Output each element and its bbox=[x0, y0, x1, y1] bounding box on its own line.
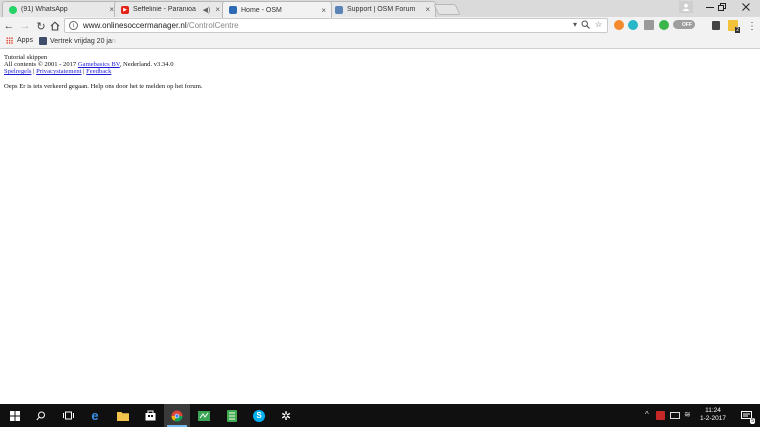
company-link[interactable]: Gamebasics BV bbox=[78, 61, 120, 68]
start-button[interactable] bbox=[2, 404, 28, 427]
tab-title: Home - OSM bbox=[241, 6, 282, 14]
edge-button[interactable]: e bbox=[82, 404, 108, 427]
feedback-link[interactable]: Feedback bbox=[86, 68, 111, 75]
gear-icon: ✲ bbox=[280, 408, 292, 423]
extension-lock-icon[interactable] bbox=[712, 21, 720, 30]
forward-arrow-icon[interactable]: → bbox=[18, 18, 32, 34]
edge-icon: e bbox=[91, 408, 99, 423]
file-explorer-button[interactable] bbox=[110, 404, 136, 427]
search-button[interactable] bbox=[28, 404, 54, 427]
osm-forum-icon bbox=[335, 5, 343, 14]
search-icon bbox=[36, 411, 45, 420]
chrome-icon bbox=[171, 410, 183, 422]
rules-link[interactable]: Spelregels bbox=[4, 68, 31, 75]
skype-button[interactable]: S bbox=[246, 404, 272, 427]
site-info-icon[interactable]: i bbox=[69, 21, 78, 30]
clock-date: 1-2-2017 bbox=[699, 415, 727, 422]
copyright-line: All contents © 2001 - 2017 Gamebasics BV… bbox=[4, 61, 203, 68]
green-app-icon bbox=[198, 410, 210, 421]
windows-logo-icon bbox=[10, 410, 20, 421]
extension-orange-icon[interactable] bbox=[614, 20, 624, 30]
bookmark-label: Vertrek vrijdag 20 ja bbox=[50, 37, 112, 45]
close-tab-icon[interactable]: × bbox=[425, 5, 430, 14]
tray-security-icon[interactable] bbox=[656, 411, 665, 420]
youtube-icon: ▶ bbox=[121, 5, 129, 14]
reload-icon[interactable]: ↻ bbox=[34, 18, 48, 34]
tab-title: Seffelinie - Paranioa bbox=[133, 6, 196, 13]
tab-title: (91) WhatsApp bbox=[21, 6, 68, 13]
copyright-suffix: , Nederland. v3.34.0 bbox=[119, 61, 174, 69]
profile-icon[interactable] bbox=[679, 1, 693, 13]
close-tab-icon[interactable]: × bbox=[321, 6, 326, 15]
url-text: www.onlinesoccermanager.nl/ControlCentre bbox=[83, 21, 239, 30]
dropdown-arrow-icon[interactable]: ▾ bbox=[573, 20, 577, 29]
tab-title: Support | OSM Forum bbox=[347, 6, 416, 13]
tab-osm-forum[interactable]: Support | OSM Forum × bbox=[328, 1, 436, 17]
tray-network-icon[interactable] bbox=[670, 412, 680, 419]
settings-button[interactable]: ✲ bbox=[273, 404, 299, 427]
task-view-icon bbox=[62, 411, 74, 420]
home-icon[interactable] bbox=[48, 18, 62, 34]
notes-icon bbox=[227, 409, 237, 422]
bookmark-star-icon[interactable]: ☆ bbox=[595, 20, 602, 29]
address-bar[interactable]: i www.onlinesoccermanager.nl/ControlCent… bbox=[64, 18, 608, 33]
tray-chevron-up-icon[interactable]: ^ bbox=[645, 410, 649, 419]
action-center-button[interactable]: 5 bbox=[733, 404, 759, 427]
tutorial-skip-text: Tutorial skippen bbox=[4, 54, 48, 61]
taskbar-clock[interactable]: 11:24 1-2-2017 bbox=[697, 407, 729, 423]
notification-count: 5 bbox=[750, 418, 755, 424]
chrome-button[interactable] bbox=[164, 404, 190, 427]
clock-time: 11:24 bbox=[705, 407, 721, 414]
tray-wifi-icon[interactable]: ≋ bbox=[684, 410, 691, 419]
apps-grid-icon bbox=[6, 37, 13, 44]
folder-icon bbox=[117, 411, 129, 421]
off-toggle[interactable]: OFF bbox=[673, 20, 695, 29]
browser-toolbar: ← → ↻ i www.onlinesoccermanager.nl/Contr… bbox=[0, 17, 760, 35]
bookmark-item[interactable]: Vertrek vrijdag 20 ja n bbox=[39, 37, 116, 45]
bookmarks-bar: Apps Vertrek vrijdag 20 ja n bbox=[0, 35, 760, 49]
bookmark-label-fade: n bbox=[111, 37, 116, 45]
error-message: Oeps Er is iets verkeerd gegaan. Help on… bbox=[4, 82, 203, 90]
privacy-link[interactable]: Privacystatement bbox=[36, 68, 81, 75]
extension-badge-count: 2 bbox=[735, 27, 740, 33]
notes-app-button[interactable] bbox=[219, 404, 245, 427]
footer-links: Spelregels | Privacystatement | Feedback bbox=[4, 68, 203, 75]
new-tab-button[interactable] bbox=[433, 4, 461, 15]
windows-taskbar: e S ✲ ^ ≋ 11:24 1-2-2017 5 bbox=[0, 404, 760, 427]
apps-shortcut[interactable]: Apps bbox=[6, 37, 33, 44]
speaker-icon[interactable]: ◀) bbox=[203, 6, 211, 14]
apps-label: Apps bbox=[17, 37, 33, 44]
skype-icon: S bbox=[253, 409, 265, 422]
whatsapp-icon bbox=[9, 5, 17, 14]
back-arrow-icon[interactable]: ← bbox=[2, 18, 16, 34]
green-app-button[interactable] bbox=[191, 404, 217, 427]
tab-strip: (91) WhatsApp × ▶ Seffelinie - Paranioa … bbox=[0, 0, 760, 18]
store-icon bbox=[145, 410, 155, 421]
restore-button[interactable] bbox=[710, 0, 734, 14]
menu-icon[interactable]: ⋮ bbox=[745, 18, 759, 34]
tab-home-osm[interactable]: Home - OSM × bbox=[222, 1, 332, 18]
power-icon[interactable] bbox=[659, 20, 669, 30]
task-view-button[interactable] bbox=[55, 404, 81, 427]
copyright-prefix: All contents © 2001 - 2017 bbox=[4, 61, 78, 69]
osm-icon bbox=[229, 6, 237, 14]
tab-whatsapp[interactable]: (91) WhatsApp × bbox=[2, 1, 120, 17]
close-window-button[interactable] bbox=[734, 0, 758, 14]
tab-youtube[interactable]: ▶ Seffelinie - Paranioa ◀) × bbox=[114, 1, 226, 17]
store-button[interactable] bbox=[137, 404, 163, 427]
zoom-icon[interactable] bbox=[581, 20, 590, 31]
extension-headphones-icon[interactable] bbox=[628, 20, 638, 30]
close-tab-icon[interactable]: × bbox=[215, 5, 220, 14]
extension-badge-icon[interactable]: 2 bbox=[728, 20, 740, 33]
bookmark-favicon-icon bbox=[39, 37, 47, 45]
download-icon[interactable] bbox=[644, 20, 654, 30]
page-content: Tutorial skippen All contents © 2001 - 2… bbox=[4, 54, 203, 90]
